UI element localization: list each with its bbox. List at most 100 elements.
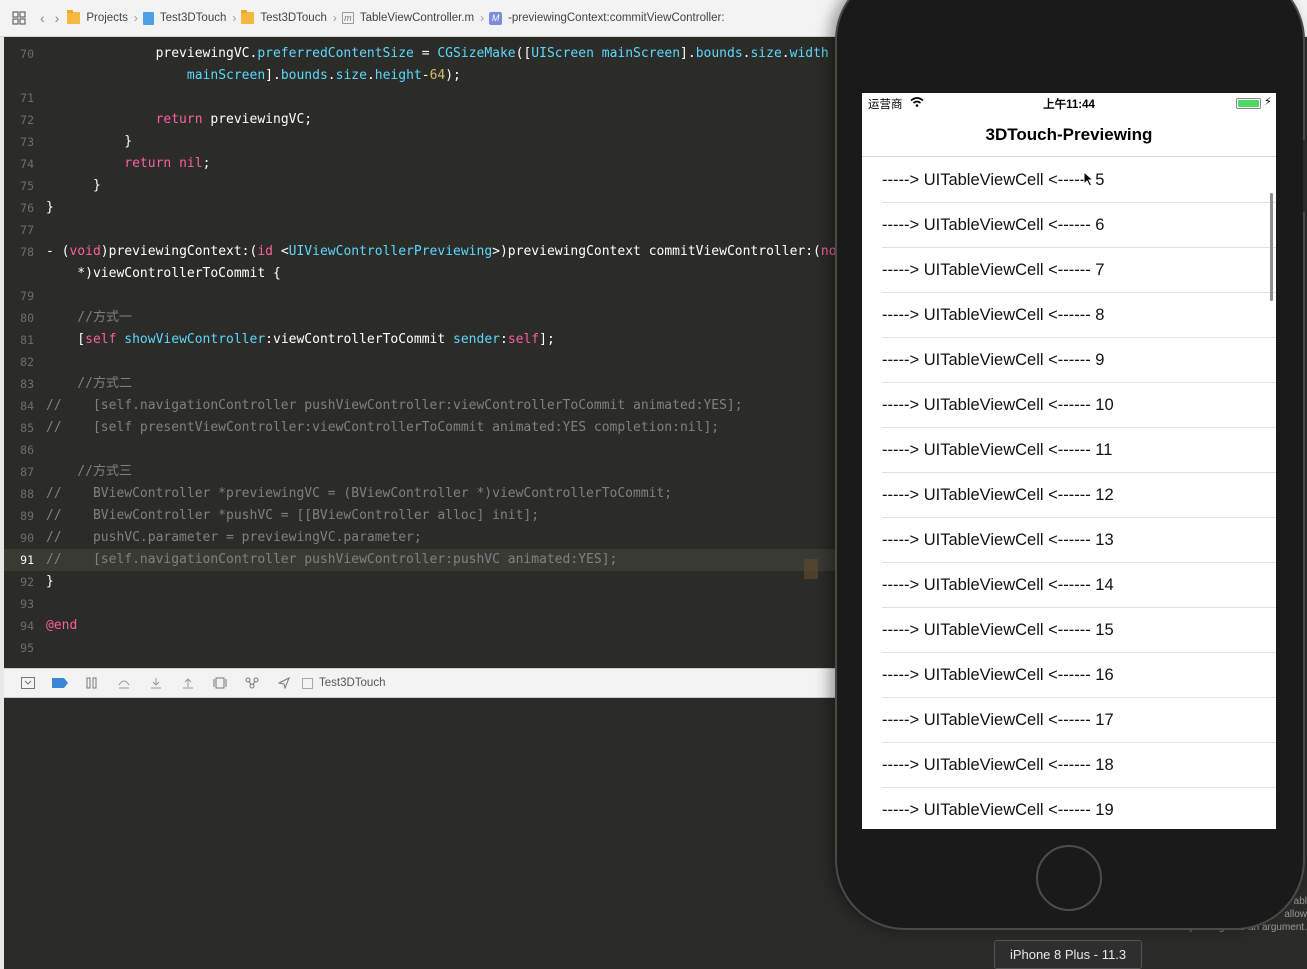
simulator-screen[interactable]: 运营商 上午11:44 ⚡ 3DTouch-Previewing -----> …	[862, 93, 1276, 829]
console-area[interactable]	[4, 698, 835, 969]
line-number[interactable]: 73	[4, 131, 34, 153]
line-number[interactable]: 93	[4, 593, 34, 615]
code-line[interactable]: 82	[4, 351, 835, 373]
cell-label: -----> UITableViewCell <------ 15	[882, 621, 1114, 639]
table-row[interactable]: -----> UITableViewCell <------ 9	[862, 338, 1276, 383]
line-number[interactable]: 75	[4, 175, 34, 197]
code-line[interactable]: 74 return nil;	[4, 153, 835, 175]
table-row[interactable]: -----> UITableViewCell <------ 13	[862, 518, 1276, 563]
line-number[interactable]: 76	[4, 197, 34, 219]
breadcrumb-item-project[interactable]: Test3DTouch	[142, 11, 226, 25]
table-row[interactable]: -----> UITableViewCell <------ 5	[862, 158, 1276, 203]
device-side-button[interactable]	[1303, 140, 1307, 212]
forward-arrow-icon[interactable]: ›	[55, 10, 60, 26]
breadcrumb-item-method[interactable]: M -previewingContext:commitViewController…	[489, 11, 725, 25]
code-line[interactable]: 83 //方式二	[4, 373, 835, 395]
line-number[interactable]: 89	[4, 505, 34, 527]
code-line[interactable]: 86	[4, 439, 835, 461]
table-row[interactable]: -----> UITableViewCell <------ 14	[862, 563, 1276, 608]
code-line[interactable]: 75 }	[4, 175, 835, 197]
table-row[interactable]: -----> UITableViewCell <------ 18	[862, 743, 1276, 788]
memory-graph-icon[interactable]	[244, 676, 260, 690]
code-line[interactable]: 71	[4, 87, 835, 109]
table-row[interactable]: -----> UITableViewCell <------ 10	[862, 383, 1276, 428]
breadcrumb-item-projects[interactable]: Projects	[67, 10, 128, 24]
code-line[interactable]: 84 // [self.navigationController pushView…	[4, 395, 835, 417]
table-row[interactable]: -----> UITableViewCell <------ 19	[862, 788, 1276, 829]
step-over-icon[interactable]	[116, 676, 132, 690]
back-arrow-icon[interactable]: ‹	[40, 10, 45, 26]
code-line[interactable]: 85 // [self presentViewController:viewCon…	[4, 417, 835, 439]
status-bar: 运营商 上午11:44 ⚡	[862, 93, 1276, 113]
breadcrumb-item-file[interactable]: m TableViewController.m	[341, 12, 474, 24]
step-into-icon[interactable]	[148, 676, 164, 690]
hide-debug-area-icon[interactable]	[20, 676, 36, 690]
code-line[interactable]: 76}	[4, 197, 835, 219]
code-line[interactable]: 78 - (void)previewingContext:(id <UIViewC…	[4, 241, 835, 263]
code-text: return previewingVC;	[155, 112, 313, 127]
line-number[interactable]: 71	[4, 87, 34, 109]
table-row[interactable]: -----> UITableViewCell <------ 11	[862, 428, 1276, 473]
code-line[interactable]: 89 // BViewController *pushVC = [[BViewCo…	[4, 505, 835, 527]
line-number[interactable]: 91	[4, 549, 34, 571]
line-number[interactable]: 85	[4, 417, 34, 439]
code-line[interactable]: 73 }	[4, 131, 835, 153]
code-line[interactable]: 90 // pushVC.parameter = previewingVC.par…	[4, 527, 835, 549]
code-line[interactable]: 88 // BViewController *previewingVC = (BV…	[4, 483, 835, 505]
line-number[interactable]: 90	[4, 527, 34, 549]
table-row[interactable]: -----> UITableViewCell <------ 16	[862, 653, 1276, 698]
line-number[interactable]: 79	[4, 285, 34, 307]
line-number[interactable]: 92	[4, 571, 34, 593]
line-number[interactable]: 80	[4, 307, 34, 329]
code-line[interactable]: 94 @end	[4, 615, 835, 637]
home-button[interactable]	[1036, 845, 1102, 911]
view-hierarchy-icon[interactable]	[212, 676, 228, 690]
code-editor[interactable]: 70 previewingVC.preferredContentSize = C…	[4, 37, 835, 668]
line-number[interactable]: 87	[4, 461, 34, 483]
code-line[interactable]: 93	[4, 593, 835, 615]
line-number[interactable]: 77	[4, 219, 34, 241]
line-number[interactable]: 82	[4, 351, 34, 373]
line-number[interactable]: 94	[4, 615, 34, 637]
code-line[interactable]: 81 [self showViewController:viewControll…	[4, 329, 835, 351]
table-row[interactable]: -----> UITableViewCell <------ 6	[862, 203, 1276, 248]
code-text: // pushVC.parameter = previewingVC.param…	[46, 530, 422, 545]
code-line[interactable]: 95	[4, 637, 835, 659]
line-number[interactable]: 74	[4, 153, 34, 175]
line-number[interactable]: 70	[4, 43, 34, 65]
line-number[interactable]: 88	[4, 483, 34, 505]
line-number[interactable]: 84	[4, 395, 34, 417]
nav-title: 3DTouch-Previewing	[985, 125, 1153, 144]
line-number[interactable]: 83	[4, 373, 34, 395]
breakpoints-toggle-icon[interactable]	[52, 678, 68, 688]
cell-label: -----> UITableViewCell <------ 16	[882, 666, 1114, 684]
related-items-grid-icon[interactable]	[12, 11, 26, 25]
code-line[interactable]: 77	[4, 219, 835, 241]
code-text: }	[46, 134, 133, 149]
line-number[interactable]: 95	[4, 637, 34, 659]
table-row[interactable]: -----> UITableViewCell <------ 12	[862, 473, 1276, 518]
code-line[interactable]: 92}	[4, 571, 835, 593]
code-line[interactable]: 87 //方式三	[4, 461, 835, 483]
breadcrumb-item-group[interactable]: Test3DTouch	[241, 10, 327, 24]
scroll-indicator[interactable]	[1270, 193, 1273, 301]
table-row[interactable]: -----> UITableViewCell <------ 17	[862, 698, 1276, 743]
line-number[interactable]: 81	[4, 329, 34, 351]
table-row[interactable]: -----> UITableViewCell <------ 7	[862, 248, 1276, 293]
simulate-location-icon[interactable]	[276, 676, 292, 690]
code-line[interactable]: *)viewControllerToCommit {	[4, 263, 835, 285]
line-number[interactable]: 86	[4, 439, 34, 461]
code-line[interactable]: 72 return previewingVC;	[4, 109, 835, 131]
pause-icon[interactable]	[84, 676, 100, 690]
code-line[interactable]: 80 //方式一	[4, 307, 835, 329]
code-line[interactable]: 79	[4, 285, 835, 307]
line-number[interactable]: 72	[4, 109, 34, 131]
line-number[interactable]: 78	[4, 241, 34, 263]
table-view[interactable]: -----> UITableViewCell <------ 5 -----> U…	[862, 158, 1276, 829]
code-line[interactable]: 70 previewingVC.preferredContentSize = C…	[4, 43, 835, 65]
code-line[interactable]: mainScreen].bounds.size.height-64);	[4, 65, 835, 87]
table-row[interactable]: -----> UITableViewCell <------ 8	[862, 293, 1276, 338]
step-out-icon[interactable]	[180, 676, 196, 690]
code-line[interactable]: 91 // [self.navigationController pushView…	[4, 549, 835, 571]
table-row[interactable]: -----> UITableViewCell <------ 15	[862, 608, 1276, 653]
